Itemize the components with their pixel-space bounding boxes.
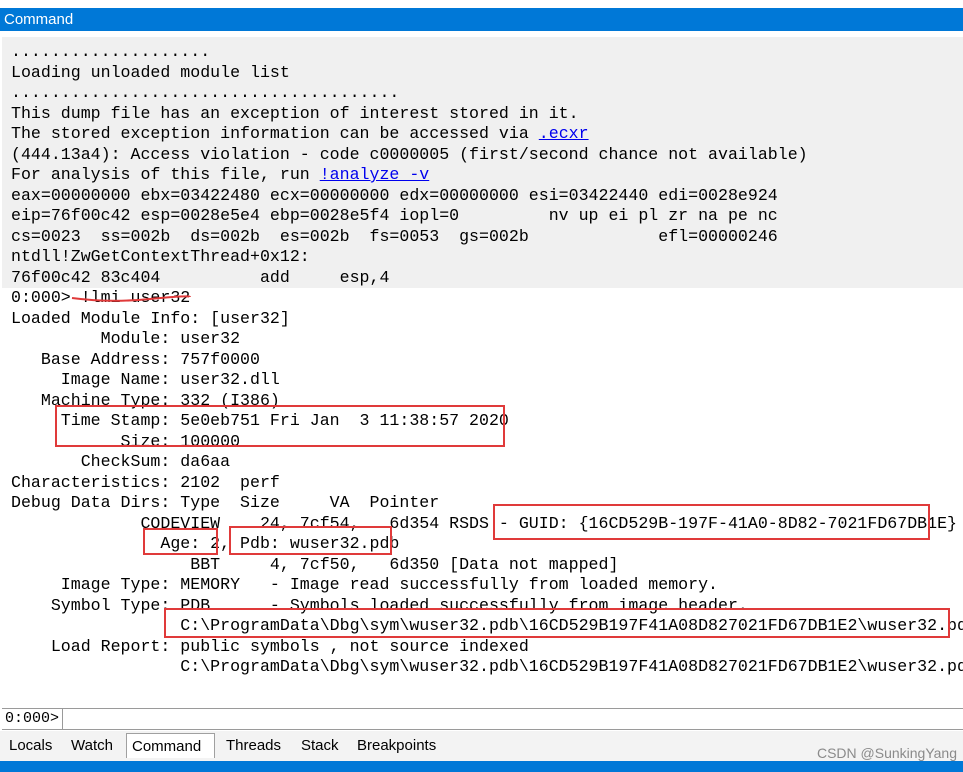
annotation-box-guid	[493, 504, 930, 540]
output-line: 76f00c42 83c404 add esp,4	[11, 268, 963, 289]
output-line-text: Characteristics: 2102 perf	[11, 472, 280, 492]
output-line: .......................................	[11, 83, 963, 104]
command-input-bar: 0:000>	[2, 708, 963, 730]
annotation-box-symbol-path	[164, 608, 950, 638]
output-text: .................... Loading unloaded mod…	[11, 42, 963, 678]
command-input[interactable]	[72, 710, 956, 730]
output-line-text: Image Name: user32.dll	[11, 370, 280, 389]
output-line-text: For analysis of this file, run	[11, 165, 320, 184]
dml-link[interactable]: !analyze -v	[320, 165, 430, 184]
output-line: Loaded Module Info: [user32]	[11, 309, 963, 330]
output-line: cs=0023 ss=002b ds=002b es=002b fs=0053 …	[11, 227, 963, 248]
output-line-text: ....................	[11, 42, 211, 61]
output-line: CheckSum: da6aa	[11, 452, 963, 473]
output-line-text: cs=0023 ss=002b ds=002b es=002b fs=0053 …	[11, 226, 778, 246]
tab-command[interactable]: Command	[126, 733, 215, 758]
tab-threads[interactable]: Threads	[221, 733, 286, 758]
output-line-text: .......................................	[11, 83, 400, 102]
command-output[interactable]: .................... Loading unloaded mod…	[2, 37, 963, 703]
output-line: Base Address: 757f0000	[11, 350, 963, 371]
output-line: For analysis of this file, run !analyze …	[11, 165, 963, 186]
output-line: Image Type: MEMORY - Image read successf…	[11, 575, 963, 596]
prompt-label: 0:000>	[5, 709, 64, 729]
window-title: Command	[0, 8, 963, 31]
output-line: Loading unloaded module list	[11, 63, 963, 84]
output-line-text: Module: user32	[11, 329, 241, 348]
output-line: Image Name: user32.dll	[11, 370, 963, 391]
output-line-text: eip=76f00c42 esp=0028e5e4 ebp=0028e5f4 i…	[11, 206, 778, 225]
output-line: C:\ProgramData\Dbg\sym\wuser32.pdb\16CD5…	[11, 657, 963, 678]
tab-locals[interactable]: Locals	[4, 733, 57, 758]
dml-link[interactable]: .ecxr	[539, 124, 589, 143]
annotation-underline	[71, 295, 191, 302]
tab-breakpoints[interactable]: Breakpoints	[352, 733, 441, 758]
output-line: BBT 4, 7cf50, 6d350 [Data not mapped]	[11, 555, 963, 576]
output-line-text: Base Address: 757f0000	[11, 349, 260, 369]
output-line: ....................	[11, 42, 963, 63]
tab-stack[interactable]: Stack	[296, 733, 344, 758]
output-line: eip=76f00c42 esp=0028e5e4 ebp=0028e5f4 i…	[11, 206, 963, 227]
output-line: eax=00000000 ebx=03422480 ecx=00000000 e…	[11, 186, 963, 207]
output-line: ntdll!ZwGetContextThread+0x12:	[11, 247, 963, 268]
annotation-box-age	[143, 528, 218, 555]
output-line: Module: user32	[11, 329, 963, 350]
output-line-text: The stored exception information can be …	[11, 124, 539, 143]
output-line-text: This dump file has an exception of inter…	[11, 103, 579, 123]
output-line-text: CheckSum: da6aa	[11, 452, 231, 471]
output-line-text: BBT 4, 7cf50, 6d350 [Data not mapped]	[11, 554, 619, 574]
output-line: This dump file has an exception of inter…	[11, 104, 963, 125]
output-line-text: C:\ProgramData\Dbg\sym\wuser32.pdb\16CD5…	[11, 657, 963, 676]
output-line-text: Loaded Module Info: [user32]	[11, 308, 290, 328]
window-bottom-border	[0, 761, 963, 772]
output-line-text: Load Report: public symbols , not source…	[11, 636, 529, 656]
annotation-box-timestamp	[55, 405, 505, 447]
output-line-text: Image Type: MEMORY - Image read successf…	[11, 575, 719, 594]
output-line-text: 76f00c42 83c404 add esp,4	[11, 267, 390, 287]
watermark: CSDN @SunkingYang	[816, 745, 957, 761]
output-line-text: (444.13a4): Access violation - code c000…	[11, 144, 808, 164]
output-line: The stored exception information can be …	[11, 124, 963, 145]
output-line: (444.13a4): Access violation - code c000…	[11, 145, 963, 166]
output-line-text: ntdll!ZwGetContextThread+0x12:	[11, 247, 310, 266]
annotation-box-pdb	[229, 526, 392, 555]
output-line-text: Debug Data Dirs: Type Size VA Pointer	[11, 493, 440, 512]
output-line: Load Report: public symbols , not source…	[11, 637, 963, 658]
tab-watch[interactable]: Watch	[66, 733, 118, 758]
output-line: Characteristics: 2102 perf	[11, 473, 963, 494]
output-line-text: eax=00000000 ebx=03422480 ecx=00000000 e…	[11, 185, 778, 205]
output-line-text: Loading unloaded module list	[11, 62, 290, 82]
window-titlebar: Command	[0, 0, 963, 37]
